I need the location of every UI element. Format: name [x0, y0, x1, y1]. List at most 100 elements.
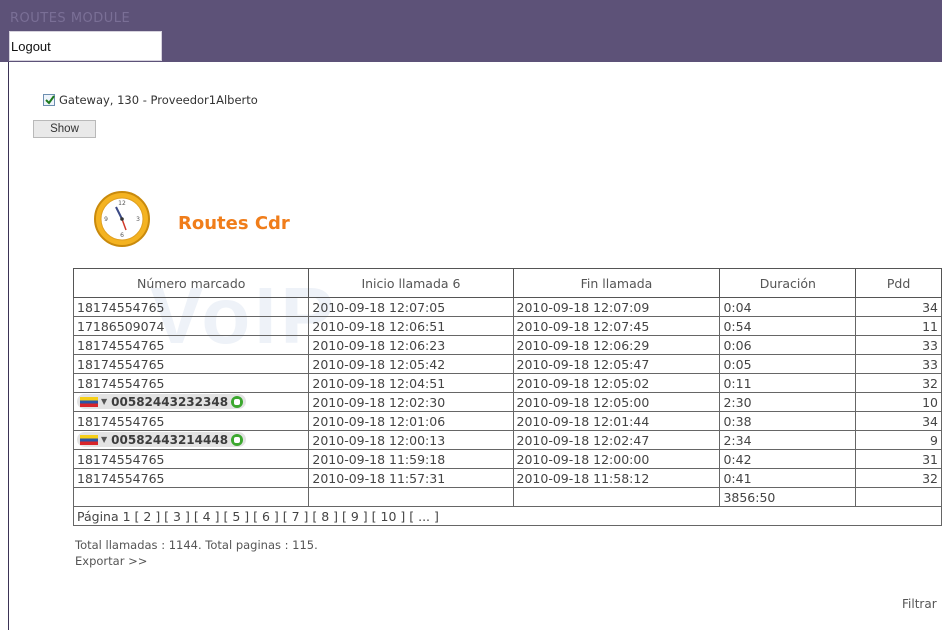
phone-number: 00582443232348 [111, 394, 229, 409]
call-start-cell: 2010-09-18 12:07:05 [308, 297, 514, 317]
call-end-cell: 2010-09-18 12:05:47 [512, 354, 721, 374]
dialed-number-cell: 18174554765 [72, 373, 310, 393]
page-link[interactable]: 3 [173, 509, 181, 524]
page-link[interactable]: ... [418, 509, 430, 524]
logout-tab[interactable]: Logout [9, 31, 162, 61]
table-row: 18174554765 2010-09-18 12:06:23 2010-09-18… [72, 335, 942, 355]
table-row: 18174554765 2010-09-18 11:59:18 2010-09-18… [72, 449, 942, 469]
page-link[interactable]: 4 [203, 509, 211, 524]
table-row: 18174554765 2010-09-18 12:07:05 2010-09-18… [72, 297, 942, 317]
table-row: ▼ 00582443214448 2010-09-18 12:00:13 2010-0… [72, 430, 942, 450]
call-icon[interactable] [231, 433, 244, 446]
call-start-cell: 2010-09-18 12:05:42 [308, 354, 514, 374]
gateway-filter: Gateway, 130 - Proveedor1Alberto [43, 93, 258, 107]
table-row: 18174554765 2010-09-18 12:04:51 2010-09-18… [72, 373, 942, 393]
duration-cell: 0:05 [719, 354, 857, 374]
venezuela-flag-icon [80, 396, 98, 407]
cdr-table: Número marcado Inicio llamada 6 Fin llam… [72, 268, 942, 526]
pdd-cell: 31 [855, 449, 942, 469]
call-end-cell: 2010-09-18 11:58:12 [512, 468, 721, 488]
phone-number-widget[interactable]: ▼ 00582443232348 [77, 394, 247, 410]
table-row: ▼ 00582443232348 2010-09-18 12:02:30 2010-0… [72, 392, 942, 412]
call-start-cell: 2010-09-18 12:06:51 [308, 316, 514, 336]
table-header-row: Número marcado Inicio llamada 6 Fin llam… [72, 268, 942, 298]
column-header[interactable]: Duración [719, 268, 857, 298]
call-start-cell: 2010-09-18 12:06:23 [308, 335, 514, 355]
column-header[interactable]: Número marcado [72, 268, 310, 298]
pdd-cell: 32 [855, 468, 942, 488]
dialed-number-cell: 17186509074 [72, 316, 310, 336]
duration-cell: 2:30 [719, 392, 857, 412]
page-link[interactable]: 7 [292, 509, 300, 524]
dialed-number-cell[interactable]: ▼ 00582443232348 [72, 392, 310, 412]
gateway-label: Gateway, 130 - Proveedor1Alberto [59, 93, 258, 107]
pdd-cell: 34 [855, 297, 942, 317]
gateway-checkbox[interactable] [43, 94, 55, 106]
svg-text:6: 6 [120, 232, 124, 239]
page-link[interactable]: 10 [381, 509, 397, 524]
pdd-cell: 33 [855, 354, 942, 374]
pdd-cell: 9 [855, 430, 942, 450]
column-header[interactable]: Pdd [855, 268, 942, 298]
pager-row: Página 1 [ 2 ] [ 3 ] [ 4 ] [ 5 ] [ 6 ] [… [73, 506, 942, 526]
pdd-cell: 32 [855, 373, 942, 393]
export-link[interactable]: Exportar >> [75, 554, 147, 568]
dialed-number-cell: 18174554765 [72, 335, 310, 355]
page-link[interactable]: 2 [143, 509, 151, 524]
duration-cell: 0:06 [719, 335, 857, 355]
left-border [8, 62, 9, 630]
page-link[interactable]: 6 [262, 509, 270, 524]
chevron-down-icon[interactable]: ▼ [101, 397, 107, 406]
duration-cell: 0:38 [719, 411, 857, 431]
call-end-cell: 2010-09-18 12:00:00 [512, 449, 721, 469]
table-row: 18174554765 2010-09-18 12:05:42 2010-09-18… [72, 354, 942, 374]
duration-cell: 0:04 [719, 297, 857, 317]
dialed-number-cell: 18174554765 [72, 468, 310, 488]
top-header-bar: ROUTES MODULE Logout [0, 0, 942, 62]
duration-cell: 2:34 [719, 430, 857, 450]
page-link[interactable]: 8 [321, 509, 329, 524]
table-row: 18174554765 2010-09-18 12:01:06 2010-09-18… [72, 411, 942, 431]
dialed-number-cell: 18174554765 [72, 411, 310, 431]
svg-text:3: 3 [136, 216, 140, 223]
summary-text: Total llamadas : 1144. Total paginas : 1… [75, 538, 318, 552]
call-icon[interactable] [231, 395, 244, 408]
pdd-cell: 33 [855, 335, 942, 355]
svg-text:12: 12 [118, 200, 126, 207]
call-end-cell: 2010-09-18 12:06:29 [512, 335, 721, 355]
total-duration: 3856:50 [719, 487, 857, 507]
show-button[interactable]: Show [33, 120, 96, 138]
call-start-cell: 2010-09-18 12:01:06 [308, 411, 514, 431]
pdd-cell: 11 [855, 316, 942, 336]
call-end-cell: 2010-09-18 12:05:02 [512, 373, 721, 393]
call-end-cell: 2010-09-18 12:02:47 [512, 430, 721, 450]
call-end-cell: 2010-09-18 12:01:44 [512, 411, 721, 431]
column-header[interactable]: Inicio llamada 6 [308, 268, 514, 298]
page-link[interactable]: 9 [351, 509, 359, 524]
page-title: Routes Cdr [178, 213, 290, 234]
call-end-cell: 2010-09-18 12:05:00 [512, 392, 721, 412]
pdd-cell: 10 [855, 392, 942, 412]
call-end-cell: 2010-09-18 12:07:45 [512, 316, 721, 336]
dialed-number-cell: 18174554765 [72, 297, 310, 317]
duration-cell: 0:11 [719, 373, 857, 393]
pagination: Página 1 [ 2 ] [ 3 ] [ 4 ] [ 5 ] [ 6 ] [… [73, 506, 942, 526]
phone-number: 00582443214448 [111, 432, 229, 447]
duration-cell: 0:41 [719, 468, 857, 488]
svg-text:9: 9 [104, 216, 108, 223]
column-header[interactable]: Fin llamada [512, 268, 721, 298]
table-row: 17186509074 2010-09-18 12:06:51 2010-09-18… [72, 316, 942, 336]
call-start-cell: 2010-09-18 12:04:51 [308, 373, 514, 393]
duration-cell: 0:54 [719, 316, 857, 336]
phone-number-widget[interactable]: ▼ 00582443214448 [77, 432, 247, 448]
page-link[interactable]: 5 [232, 509, 240, 524]
pdd-cell: 34 [855, 411, 942, 431]
venezuela-flag-icon [80, 434, 98, 445]
filter-link[interactable]: Filtrar [902, 597, 937, 611]
table-row: 18174554765 2010-09-18 11:57:31 2010-09-18… [72, 468, 942, 488]
call-start-cell: 2010-09-18 11:59:18 [308, 449, 514, 469]
duration-cell: 0:42 [719, 449, 857, 469]
call-end-cell: 2010-09-18 12:07:09 [512, 297, 721, 317]
chevron-down-icon[interactable]: ▼ [101, 435, 107, 444]
dialed-number-cell[interactable]: ▼ 00582443214448 [72, 430, 310, 450]
